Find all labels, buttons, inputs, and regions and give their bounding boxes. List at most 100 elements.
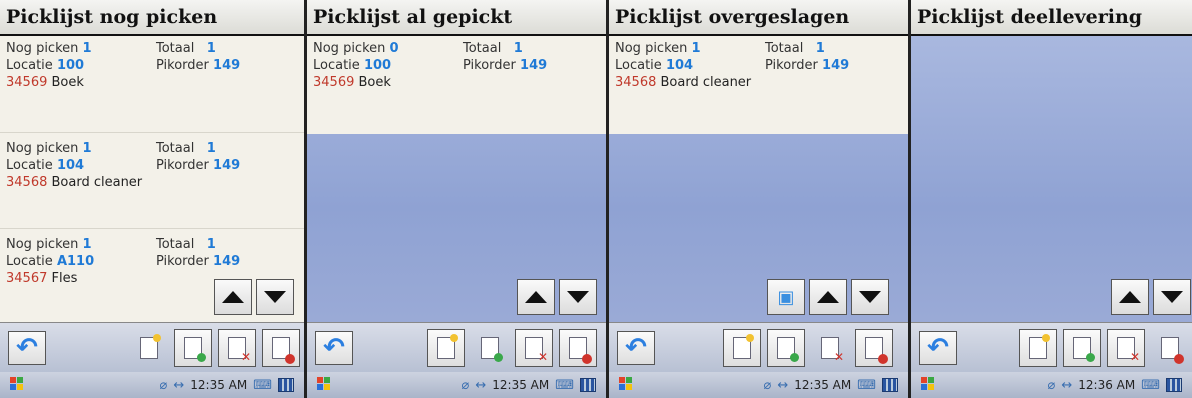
pick-list: Nog picken 1 Totaal 1 Locatie 100 Pikorder… <box>0 36 304 322</box>
scroll-up-button[interactable] <box>214 279 252 315</box>
undo-button[interactable]: ↶ <box>617 331 655 365</box>
undo-arrow-icon: ↶ <box>323 333 345 363</box>
action-bar: ↶ <box>307 322 606 373</box>
pikorder-value: 149 <box>213 254 241 269</box>
skip-button[interactable] <box>811 329 849 367</box>
pikorder-value: 149 <box>520 58 548 73</box>
nog-picken-value: 0 <box>389 41 399 56</box>
input-panel-icon[interactable] <box>882 378 898 392</box>
article-name: Boek <box>51 75 84 90</box>
input-panel-icon[interactable] <box>1166 378 1182 392</box>
nog-picken-label: Nog picken <box>615 41 688 56</box>
undo-button[interactable]: ↶ <box>315 331 353 365</box>
pikorder-value: 149 <box>822 58 850 73</box>
new-document-button[interactable] <box>1019 329 1057 367</box>
scroll-up-button[interactable] <box>1111 279 1149 315</box>
screen-overgeslagen: Picklijst overgeslagen Nog picken 1 Totaa… <box>609 0 911 398</box>
confirm-button[interactable] <box>1063 329 1101 367</box>
scroll-down-button[interactable] <box>1153 279 1191 315</box>
keyboard-icon[interactable]: ⌨ <box>1141 378 1160 393</box>
nog-picken-value: 1 <box>691 41 701 56</box>
document-cancel-icon <box>569 337 592 364</box>
totaal-value: 1 <box>206 41 216 56</box>
article-name: Board cleaner <box>51 175 143 190</box>
page-title: Picklijst nog picken <box>6 6 218 28</box>
system-tray: ⌀ ↔ 12:35 AM ⌨ <box>160 375 294 395</box>
scan-button[interactable]: ▣ <box>767 279 805 315</box>
locatie-label: Locatie <box>313 58 360 73</box>
pick-list-empty <box>911 36 1192 322</box>
power-icon: ⌀ <box>763 377 772 393</box>
keyboard-icon[interactable]: ⌨ <box>857 378 876 393</box>
windows-start-icon[interactable] <box>317 377 331 391</box>
windows-start-icon[interactable] <box>10 377 24 391</box>
new-document-icon <box>437 334 458 359</box>
locatie-value: A110 <box>56 254 95 269</box>
undo-arrow-icon: ↶ <box>16 333 38 363</box>
power-icon: ⌀ <box>1047 377 1056 393</box>
scroll-down-button[interactable] <box>559 279 597 315</box>
document-skip-icon <box>228 337 251 364</box>
locatie-label: Locatie <box>6 58 53 73</box>
windows-start-icon[interactable] <box>619 377 633 391</box>
skip-button[interactable] <box>218 329 256 367</box>
skip-button[interactable] <box>515 329 553 367</box>
input-panel-icon[interactable] <box>580 378 596 392</box>
divider <box>0 228 304 229</box>
arrow-up-icon <box>222 291 244 303</box>
locatie-value: 100 <box>56 58 85 73</box>
input-panel-icon[interactable] <box>278 378 294 392</box>
taskbar: ⌀ ↔ 12:35 AM ⌨ <box>0 372 304 398</box>
list-item[interactable]: Nog picken 1 Totaal 1 Locatie A110 Pikorde… <box>6 236 298 287</box>
undo-button[interactable]: ↶ <box>8 331 46 365</box>
nog-picken-value: 1 <box>82 237 92 252</box>
keyboard-icon[interactable]: ⌨ <box>253 378 272 393</box>
keyboard-icon[interactable]: ⌨ <box>555 378 574 393</box>
document-skip-icon <box>821 337 844 364</box>
confirm-button[interactable] <box>471 329 509 367</box>
locatie-value: 100 <box>363 58 392 73</box>
totaal-label: Totaal <box>156 237 195 252</box>
confirm-button[interactable] <box>174 329 212 367</box>
taskbar: ⌀ ↔ 12:35 AM ⌨ <box>609 372 908 398</box>
title-bar: Picklijst deellevering <box>911 0 1192 36</box>
cancel-button[interactable] <box>855 329 893 367</box>
list-item[interactable]: Nog picken 1 Totaal 1 Locatie 104 Pikorder… <box>6 140 298 191</box>
totaal-label: Totaal <box>156 141 195 156</box>
clock: 12:35 AM <box>794 378 852 392</box>
cancel-button[interactable] <box>262 329 300 367</box>
scroll-up-button[interactable] <box>517 279 555 315</box>
new-document-icon <box>733 334 754 359</box>
new-document-button[interactable] <box>723 329 761 367</box>
skip-button[interactable] <box>1107 329 1145 367</box>
confirm-button[interactable] <box>767 329 805 367</box>
article-code: 34568 <box>615 75 657 90</box>
undo-button[interactable]: ↶ <box>919 331 957 365</box>
article-code: 34569 <box>313 75 355 90</box>
cancel-button[interactable] <box>1151 329 1189 367</box>
page-title: Picklijst al gepickt <box>313 6 513 28</box>
scroll-up-button[interactable] <box>809 279 847 315</box>
totaal-value: 1 <box>513 41 523 56</box>
screen-al-gepickt: Picklijst al gepickt Nog picken 0 Totaal … <box>307 0 609 398</box>
list-item[interactable]: Nog picken 1 Totaal 1 Locatie 104 Pikorder… <box>615 40 902 91</box>
cancel-button[interactable] <box>559 329 597 367</box>
document-cancel-icon <box>272 337 295 364</box>
pikorder-label: Pikorder <box>156 254 209 269</box>
totaal-label: Totaal <box>463 41 502 56</box>
nog-picken-label: Nog picken <box>313 41 386 56</box>
taskbar: ⌀ ↔ 12:35 AM ⌨ <box>307 372 606 398</box>
pikorder-label: Pikorder <box>765 58 818 73</box>
pick-list: Nog picken 0 Totaal 1 Locatie 100 Pikorder… <box>307 36 606 322</box>
scroll-down-button[interactable] <box>851 279 889 315</box>
document-confirm-icon <box>777 337 799 362</box>
new-document-button[interactable] <box>427 329 465 367</box>
list-item[interactable]: Nog picken 0 Totaal 1 Locatie 100 Pikorder… <box>313 40 600 91</box>
new-document-button[interactable] <box>130 329 168 367</box>
list-item[interactable]: Nog picken 1 Totaal 1 Locatie 100 Pikorder… <box>6 40 298 91</box>
pikorder-label: Pikorder <box>463 58 516 73</box>
system-tray: ⌀ ↔ 12:36 AM ⌨ <box>1048 375 1182 395</box>
page-title: Picklijst overgeslagen <box>615 6 850 28</box>
scroll-down-button[interactable] <box>256 279 294 315</box>
windows-start-icon[interactable] <box>921 377 935 391</box>
